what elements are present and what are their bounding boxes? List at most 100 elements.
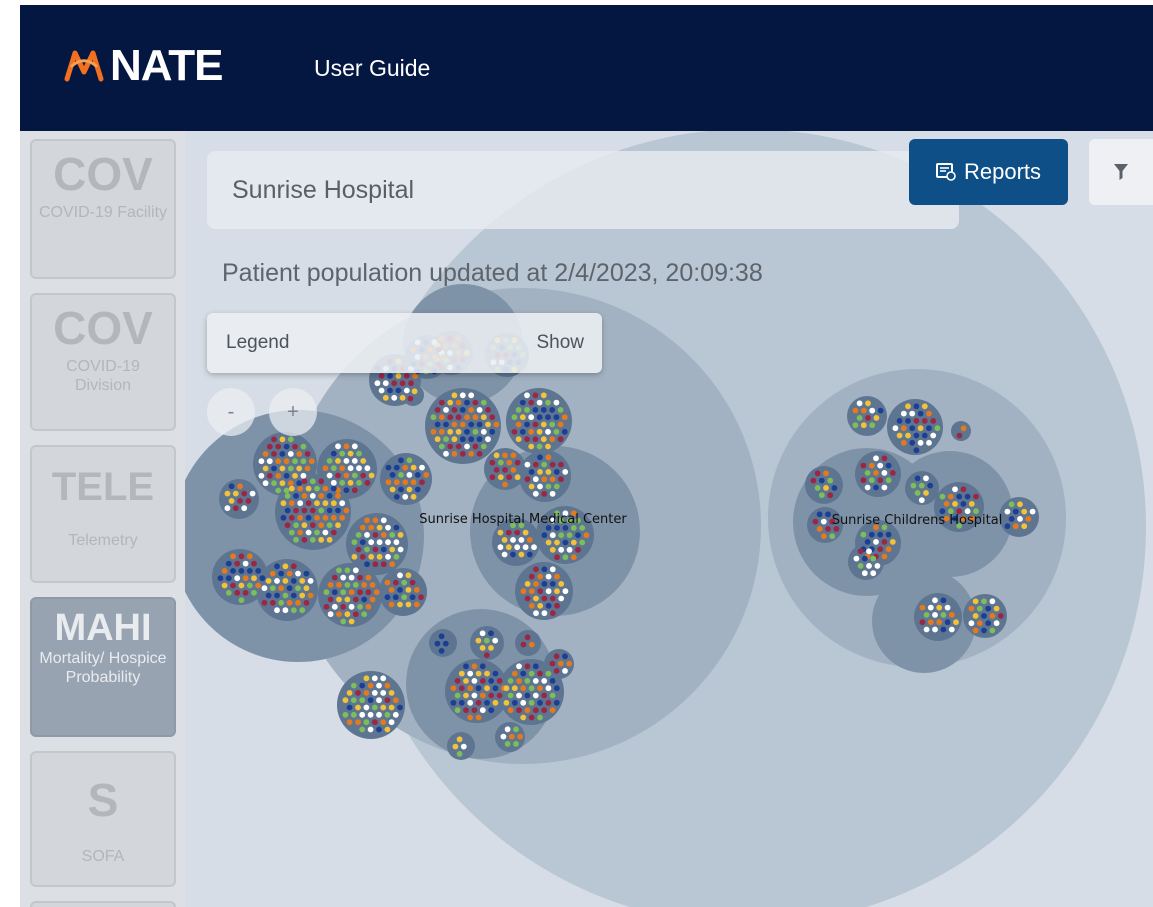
- patient-dot: [528, 428, 535, 435]
- sidebar-item-covid-facility[interactable]: COV COVID-19 Facility: [30, 139, 176, 279]
- patient-dot: [307, 592, 314, 599]
- patient-dot: [392, 579, 399, 586]
- patient-dot: [1012, 523, 1019, 530]
- legend-show-toggle[interactable]: Show: [536, 332, 584, 354]
- app-logo[interactable]: NATE: [64, 31, 224, 101]
- patient-dot: [926, 410, 932, 417]
- patient-dot: [269, 570, 276, 577]
- patient-dot: [524, 476, 531, 483]
- patient-dot: [864, 539, 871, 545]
- sidebar-item-mahi[interactable]: MAHI Mortality/ Hospice Probability: [30, 597, 176, 737]
- patient-dot: [392, 697, 399, 704]
- patient-dot: [541, 610, 548, 617]
- patient-dot: [288, 500, 295, 507]
- patient-dot: [348, 574, 355, 581]
- patient-dot: [566, 660, 573, 667]
- patient-dot: [554, 573, 560, 580]
- patient-dot: [326, 458, 333, 464]
- patient-dot: [336, 567, 342, 574]
- patient-dot: [340, 618, 347, 625]
- patient-dot: [350, 711, 357, 718]
- legend-label: Legend: [226, 332, 290, 353]
- sidebar-item-more[interactable]: [30, 901, 176, 907]
- patient-dot: [483, 652, 490, 659]
- patient-dot: [964, 493, 971, 500]
- patient-dot: [566, 532, 573, 539]
- patient-dot: [309, 536, 316, 543]
- patient-dot: [856, 415, 863, 421]
- patient-dot: [373, 589, 380, 596]
- patient-dot: [406, 457, 413, 464]
- patient-dot: [877, 531, 884, 538]
- patient-dot: [1025, 516, 1032, 522]
- patient-dot: [885, 546, 892, 553]
- patient-dot: [225, 560, 232, 567]
- patient-dot: [516, 692, 522, 699]
- patient-dot: [506, 474, 513, 481]
- patient-dot: [455, 414, 462, 421]
- patient-dot: [549, 581, 556, 587]
- patient-dot: [351, 458, 358, 464]
- patient-dot: [532, 392, 539, 399]
- patient-dot: [528, 443, 535, 450]
- patient-dot: [261, 585, 268, 592]
- patient-dot: [496, 678, 503, 684]
- patient-dot: [241, 505, 248, 512]
- room-bubble[interactable]: [914, 593, 962, 641]
- patient-dot: [301, 522, 308, 529]
- patient-dot: [533, 595, 539, 602]
- patient-dot: [528, 685, 535, 692]
- patient-dot: [932, 597, 938, 604]
- patient-dot: [271, 480, 277, 487]
- patient-dot: [430, 428, 437, 435]
- patient-dot: [261, 599, 268, 606]
- patient-dot: [359, 711, 366, 718]
- patient-dot: [485, 421, 491, 428]
- room-bubble[interactable]: [318, 563, 382, 627]
- patient-dot: [558, 476, 564, 483]
- room-bubble[interactable]: [402, 384, 424, 406]
- patient-dot: [537, 685, 543, 692]
- patient-dot: [238, 553, 245, 560]
- hospital-selector[interactable]: Sunrise Hospital: [207, 151, 959, 229]
- patient-dot: [355, 704, 361, 711]
- patient-dot: [385, 553, 391, 560]
- patient-dot: [472, 399, 479, 406]
- patient-dot: [896, 432, 903, 439]
- patient-dot: [347, 450, 354, 457]
- patient-bubble-chart[interactable]: Sunrise Hospital Medical Center Sunrise …: [185, 131, 1153, 907]
- patient-dot: [266, 458, 273, 465]
- filter-button[interactable]: [1089, 139, 1153, 205]
- sidebar-item-sofa[interactable]: S SOFA: [30, 751, 176, 887]
- zoom-out-button[interactable]: -: [207, 388, 255, 436]
- patient-dot: [913, 418, 920, 424]
- reports-button[interactable]: Reports: [909, 139, 1068, 205]
- patient-dot: [497, 474, 504, 481]
- patient-dot: [519, 428, 526, 435]
- patient-dot: [524, 663, 531, 670]
- sidebar-item-telemetry[interactable]: TELE Telemetry: [30, 445, 176, 583]
- patient-dot: [234, 560, 241, 567]
- room-bubble[interactable]: [379, 568, 427, 616]
- patient-dot: [475, 685, 482, 692]
- patient-dot: [297, 485, 304, 492]
- patient-dot: [365, 603, 372, 610]
- patient-dot: [262, 480, 269, 487]
- patient-dot: [342, 711, 349, 718]
- patient-dot: [330, 479, 337, 486]
- room-bubble[interactable]: [515, 630, 541, 656]
- patient-dot: [397, 532, 404, 538]
- patient-dot: [340, 603, 347, 610]
- patient-dot: [376, 697, 382, 704]
- sidebar-item-label: COVID-19 Facility: [38, 204, 168, 221]
- patient-dot: [393, 553, 400, 560]
- user-guide-link[interactable]: User Guide: [314, 55, 430, 82]
- patient-dot: [414, 486, 421, 493]
- patient-dot: [932, 612, 938, 618]
- sidebar-item-covid-division[interactable]: COV COVID-19 Division: [30, 293, 176, 431]
- zoom-in-button[interactable]: +: [269, 388, 317, 436]
- patient-dot: [553, 428, 560, 435]
- patient-dot: [242, 560, 249, 567]
- patient-dot: [923, 612, 930, 618]
- patient-dot: [283, 458, 290, 465]
